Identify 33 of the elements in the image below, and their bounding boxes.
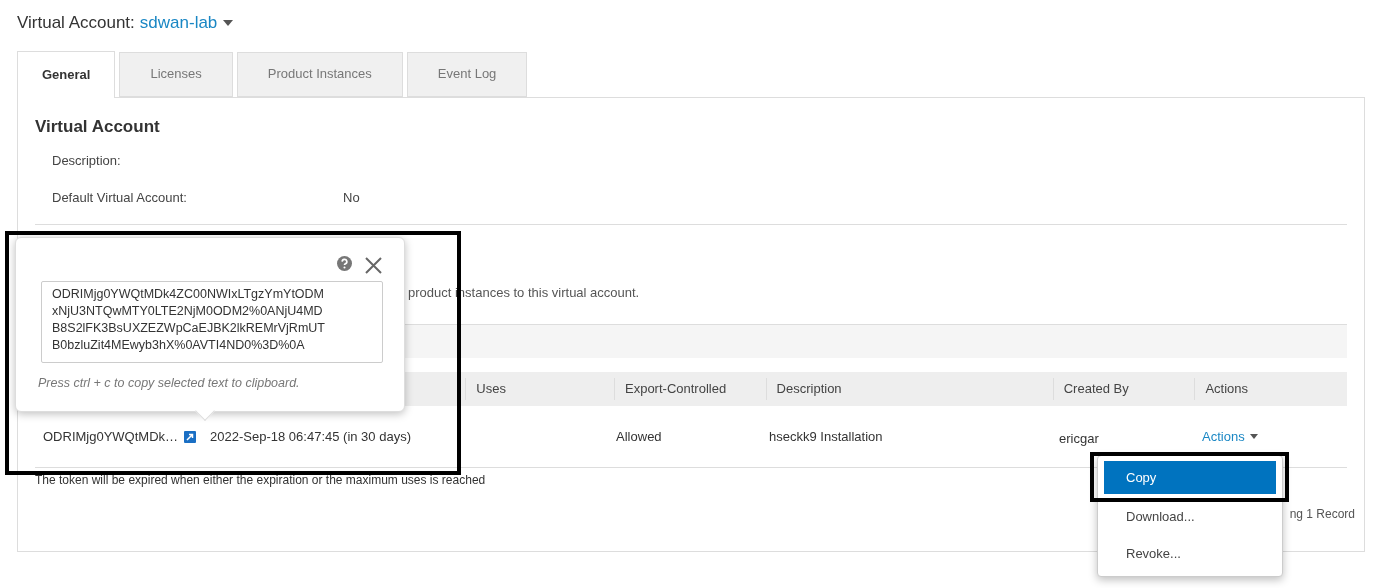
caret-icon: [1249, 434, 1258, 439]
record-count: ng 1 Record: [1289, 506, 1355, 523]
tab[interactable]: Product Instances: [236, 51, 403, 97]
footer-note: The token will be expired when either the expiration or the maximum uses is reached: [35, 472, 486, 489]
tab[interactable]: Licenses: [119, 51, 233, 97]
field-label: Description:: [52, 152, 122, 170]
actions-dropdown[interactable]: Actions: [1192, 426, 1268, 447]
menu-item[interactable]: Copy: [1104, 461, 1276, 494]
table-cell-text: 2022-Sep-18 06:47:45 (in 30 days): [210, 427, 412, 446]
copy-hint: Press ctrl + c to copy selected text to clipboard.: [38, 375, 300, 392]
column-header: Actions: [1194, 378, 1347, 400]
column-header: Description: [765, 378, 1053, 400]
close-icon[interactable]: [365, 257, 382, 274]
section-title: Virtual Account: [35, 115, 161, 138]
caret-icon: [223, 19, 234, 26]
column-header: Uses: [465, 378, 614, 400]
table-cell-text: ODRIMjg0YWQtMDk…: [42, 427, 179, 446]
field-value: No: [343, 188, 360, 207]
link-icon[interactable]: [184, 430, 197, 443]
tab[interactable]: Event Log: [406, 51, 528, 97]
help-icon[interactable]: [337, 256, 352, 271]
tab[interactable]: General: [17, 50, 116, 98]
token-text-area[interactable]: ODRIMjg0YWQtMDk4ZC00NWIxLTgzYmYtODM xNjU3NTQwMTY0LTE2NjM0ODM2%0ANjU4MD B8S2lFK3BsUXZEZWpCaEJBK2lkREMrVjRmUT B0bzluZit4MEwyb3hX%0AVTI4ND0%3D%0A: [41, 281, 383, 363]
account-selector[interactable]: sdwan-lab: [139, 10, 234, 36]
page-title: Virtual Account:: [17, 12, 135, 34]
column-header: Export-Controlled: [614, 378, 766, 400]
table-cell-text: hseckk9 Installation: [768, 427, 884, 446]
column-header: Created By: [1052, 378, 1195, 400]
table-cell-text: ericgar: [1058, 429, 1100, 448]
menu-item[interactable]: Revoke...: [1104, 535, 1276, 572]
menu-item[interactable]: Download...: [1104, 498, 1276, 535]
table-cell-text: Allowed: [615, 427, 663, 446]
field-label: Default Virtual Account:: [52, 188, 188, 207]
